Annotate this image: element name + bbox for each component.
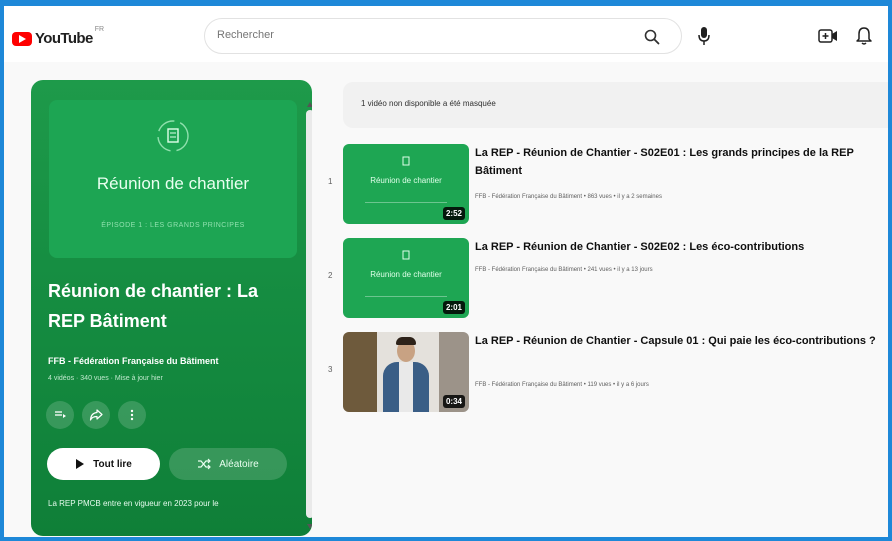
panel-scrollbar[interactable] <box>305 102 312 532</box>
building-icon <box>157 120 189 152</box>
video-meta: FFB - Fédération Française du Bâtiment •… <box>475 382 649 388</box>
bell-icon[interactable] <box>855 26 873 46</box>
video-duration: 2:01 <box>442 301 465 314</box>
playlist-video-item[interactable]: 2 Réunion de chantier 2:01 La REP - Réun… <box>320 238 888 324</box>
mic-icon[interactable] <box>696 26 712 46</box>
video-index: 2 <box>328 271 333 280</box>
video-thumbnail[interactable]: 0:34 <box>343 332 469 412</box>
share-icon <box>89 409 103 421</box>
video-index: 3 <box>328 365 333 374</box>
playlist-meta: 4 vidéos · 340 vues · Mise à jour hier <box>48 375 163 382</box>
search-icon[interactable] <box>643 28 661 46</box>
video-duration: 0:34 <box>442 395 465 408</box>
scroll-down-arrow-icon[interactable] <box>307 524 312 529</box>
person-hair <box>396 337 416 345</box>
thumbnail-divider <box>365 202 447 203</box>
add-to-queue-icon <box>55 411 66 418</box>
video-index: 1 <box>328 177 333 186</box>
thumbnail-title: Réunion de chantier <box>370 270 442 279</box>
shuffle-label: Aléatoire <box>219 458 259 470</box>
play-all-button[interactable]: Tout lire <box>47 448 160 480</box>
building-icon <box>402 156 410 166</box>
playlist-actions <box>46 401 146 429</box>
save-playlist-button[interactable] <box>46 401 74 429</box>
shuffle-icon <box>198 458 212 470</box>
top-bar: YouTube FR <box>4 6 888 62</box>
thumbnail-title: Réunion de chantier <box>96 174 250 193</box>
scroll-up-arrow-icon[interactable] <box>307 102 312 107</box>
video-duration: 2:52 <box>442 207 465 220</box>
search-input[interactable] <box>217 29 617 41</box>
video-create-icon[interactable] <box>818 28 838 44</box>
thumbnail-background <box>343 332 377 412</box>
video-thumbnail[interactable]: Réunion de chantier 2:01 <box>343 238 469 318</box>
playlist-thumbnail[interactable]: Réunion de chantier ÉPISODE 1 : LES GRAN… <box>49 100 297 258</box>
share-button[interactable] <box>82 401 110 429</box>
youtube-logo[interactable]: YouTube FR <box>12 26 104 47</box>
play-icon <box>76 459 85 469</box>
playlist-title: Réunion de chantier : La REP Bâtiment <box>48 281 259 331</box>
video-title[interactable]: La REP - Réunion de Chantier - S02E02 : … <box>475 238 890 256</box>
logo-text: YouTube <box>35 30 93 47</box>
thumbnail-divider <box>365 296 447 297</box>
playlist-panel: Réunion de chantier ÉPISODE 1 : LES GRAN… <box>31 80 312 536</box>
playlist-video-item[interactable]: 3 0:34 La REP - Réunion de Chantier - Ca… <box>320 332 888 418</box>
hidden-videos-banner: 1 vidéo non disponible a été masquée <box>343 82 888 128</box>
building-icon <box>402 250 410 260</box>
person-shirt <box>399 362 413 412</box>
thumbnail-subtitle: ÉPISODE 1 : LES GRANDS PRINCIPES <box>101 222 245 229</box>
playlist-description[interactable]: La REP PMCB entre en vigueur en 2023 pou… <box>48 499 298 508</box>
playlist-channel[interactable]: FFB - Fédération Française du Bâtiment <box>48 356 219 366</box>
thumbnail-title: Réunion de chantier <box>370 176 442 185</box>
video-title[interactable]: La REP - Réunion de Chantier - Capsule 0… <box>475 332 890 350</box>
hidden-videos-notice: 1 vidéo non disponible a été masquée <box>361 99 496 108</box>
video-meta: FFB - Fédération Française du Bâtiment •… <box>475 194 662 200</box>
search-box <box>204 18 682 54</box>
youtube-play-icon <box>12 31 32 46</box>
shuffle-button[interactable]: Aléatoire <box>169 448 287 480</box>
logo-country-code: FR <box>94 26 105 33</box>
more-actions-button[interactable] <box>118 401 146 429</box>
more-vertical-icon <box>130 409 134 421</box>
play-all-label: Tout lire <box>93 458 132 470</box>
video-thumbnail[interactable]: Réunion de chantier 2:52 <box>343 144 469 224</box>
playlist-video-item[interactable]: 1 Réunion de chantier 2:52 La REP - Réun… <box>320 144 888 230</box>
video-title[interactable]: La REP - Réunion de Chantier - S02E01 : … <box>475 144 890 180</box>
scrollbar-thumb[interactable] <box>306 110 312 518</box>
video-meta: FFB - Fédération Française du Bâtiment •… <box>475 267 653 273</box>
